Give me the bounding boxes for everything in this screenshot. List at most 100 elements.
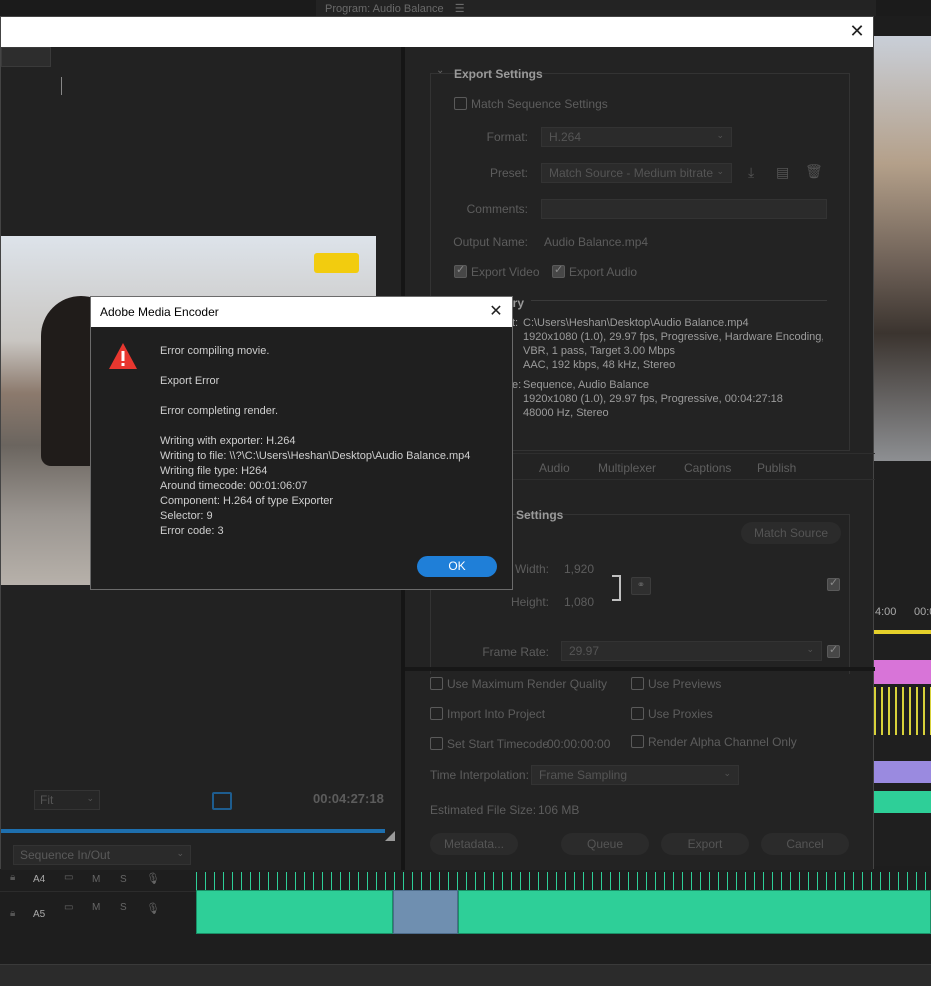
fit-dropdown[interactable]: Fit ⌄ (34, 790, 100, 810)
track-output-icon[interactable]: ▭ (64, 872, 73, 883)
time-interpolation-value: Frame Sampling (539, 768, 628, 782)
options-separator (405, 667, 875, 671)
video-clip-pink[interactable] (874, 660, 931, 684)
summary-source: Sequence, Audio Balance 1920x1080 (1.0),… (523, 378, 823, 420)
source-range-select[interactable]: Sequence In/Out ⌄ (13, 845, 191, 865)
preset-dropdown[interactable]: Match Source - Medium bitrate ⌄ (541, 163, 732, 183)
source-range-dropdown[interactable] (1, 47, 51, 67)
mute-button[interactable]: M (92, 874, 100, 885)
error-dialog-title: Adobe Media Encoder (100, 305, 219, 319)
import-into-project-checkbox[interactable] (430, 707, 443, 720)
error-detail-line: Writing with exporter: H.264 (160, 435, 296, 447)
microphone-icon[interactable]: 🎙︎ (146, 872, 160, 885)
summary-source-line: 48000 Hz, Stereo (523, 407, 609, 419)
track-a5-header: 🔒︎ A5 ▭ M S 🎙︎ (0, 891, 196, 931)
render-alpha-checkbox[interactable] (631, 735, 644, 748)
export-video-label: Export Video (471, 265, 540, 279)
metadata-button[interactable]: Metadata... (430, 833, 518, 855)
lock-icon[interactable]: 🔒︎ (10, 908, 15, 919)
export-close-icon[interactable]: ✕ (847, 21, 867, 41)
work-area-bar[interactable] (874, 630, 931, 634)
timeline-scrollbar[interactable] (0, 964, 931, 986)
a4-markers (196, 872, 931, 890)
tab-audio[interactable]: Audio (539, 461, 570, 475)
error-close-icon[interactable]: ✕ (486, 302, 506, 322)
export-button[interactable]: Export (661, 833, 749, 855)
import-into-project-label: Import Into Project (447, 707, 546, 721)
match-sequence-checkbox[interactable] (454, 97, 467, 110)
export-video-checkbox[interactable] (454, 263, 467, 278)
chevron-down-icon: ⌄ (86, 793, 94, 803)
video-clip-purple[interactable] (874, 761, 931, 783)
width-height-override-checkbox[interactable] (827, 576, 840, 591)
max-render-quality-checkbox[interactable] (430, 677, 443, 690)
estimated-size-value: 106 MB (538, 803, 580, 817)
output-name-link[interactable]: Audio Balance.mp4 (544, 235, 648, 249)
error-details: Writing with exporter: H.264 Writing to … (160, 434, 470, 539)
audio-clip-green-right[interactable] (874, 791, 931, 813)
track-output-icon[interactable]: ▭ (64, 902, 73, 913)
chevron-down-icon: ⌄ (716, 130, 724, 140)
use-previews-label: Use Previews (648, 677, 722, 691)
tab-captions[interactable]: Captions (684, 461, 731, 475)
track-a5-label: A5 (33, 909, 46, 920)
match-sequence-label: Match Sequence Settings (471, 97, 608, 111)
panel-menu-icon[interactable]: ☰ (455, 3, 465, 15)
use-proxies-checkbox[interactable] (631, 707, 644, 720)
import-preset-icon[interactable]: ▤ (776, 164, 789, 181)
comments-field[interactable] (541, 199, 827, 219)
error-dialog-titlebar[interactable]: Adobe Media Encoder ✕ (91, 297, 512, 327)
source-range-value: Sequence In/Out (20, 848, 111, 862)
playhead-scrub-bar[interactable] (1, 829, 385, 833)
audio-clip-a5-1[interactable] (196, 890, 393, 934)
time-interpolation-dropdown[interactable]: Frame Sampling ⌄ (531, 765, 739, 785)
width-value[interactable]: 1,920 (564, 562, 594, 576)
output-name-label: Output Name: (453, 235, 528, 249)
ok-button[interactable]: OK (417, 556, 497, 577)
comments-label: Comments: (466, 202, 528, 216)
lock-icon[interactable]: 🔒︎ (10, 872, 15, 883)
error-message-3: Error completing render. (160, 405, 278, 417)
save-preset-icon[interactable]: ⤓ (748, 164, 754, 181)
match-source-button[interactable]: Match Source (741, 522, 841, 544)
height-value[interactable]: 1,080 (564, 595, 594, 609)
audio-clip-a5-2[interactable] (393, 890, 458, 934)
export-audio-checkbox[interactable] (552, 263, 565, 278)
source-timecode: 00:04:27:18 (313, 791, 384, 806)
program-monitor-controls: 4:00 00:0 (874, 461, 931, 881)
error-message-2: Export Error (160, 375, 220, 387)
delete-preset-icon[interactable]: 🗑︎ (805, 163, 823, 180)
chevron-down-icon: ⌄ (723, 768, 731, 778)
collapse-chevron-icon[interactable]: ⌄ (436, 65, 444, 76)
format-dropdown-value: H.264 (549, 130, 582, 144)
text-cursor (61, 77, 62, 95)
frame-rate-label: Frame Rate: (482, 645, 549, 659)
audio-markers-yellow (874, 687, 931, 735)
queue-button[interactable]: Queue (561, 833, 649, 855)
ruler-time-2: 00:0 (914, 606, 931, 618)
tab-publish[interactable]: Publish (757, 461, 796, 475)
start-timecode-value[interactable]: 00:00:00:00 (547, 737, 610, 751)
microphone-icon[interactable]: 🎙︎ (146, 902, 160, 915)
frame-rate-dropdown[interactable]: 29.97 ⌄ (561, 641, 822, 661)
format-dropdown[interactable]: H.264 ⌄ (541, 127, 732, 147)
export-window-titlebar[interactable]: ✕ (1, 17, 873, 47)
frame-rate-override-checkbox[interactable] (827, 643, 840, 658)
mute-button[interactable]: M (92, 902, 100, 913)
use-previews-checkbox[interactable] (631, 677, 644, 690)
cancel-button[interactable]: Cancel (761, 833, 849, 855)
audio-clip-a5-3[interactable] (458, 890, 931, 934)
tab-multiplexer[interactable]: Multiplexer (598, 461, 656, 475)
fit-dropdown-value: Fit (40, 793, 54, 807)
set-start-timecode-checkbox[interactable] (430, 737, 443, 750)
crop-icon[interactable] (212, 792, 232, 810)
program-monitor-tab[interactable]: Program: Audio Balance ☰ (316, 0, 876, 16)
solo-button[interactable]: S (120, 902, 127, 913)
error-detail-line: Error code: 3 (160, 525, 224, 537)
solo-button[interactable]: S (120, 874, 127, 885)
link-icon[interactable]: ⚭ (631, 577, 651, 595)
playhead-end-marker[interactable] (385, 831, 395, 841)
chevron-down-icon: ⌄ (716, 166, 724, 176)
error-detail-line: Selector: 9 (160, 510, 213, 522)
preset-label: Preset: (489, 166, 528, 180)
